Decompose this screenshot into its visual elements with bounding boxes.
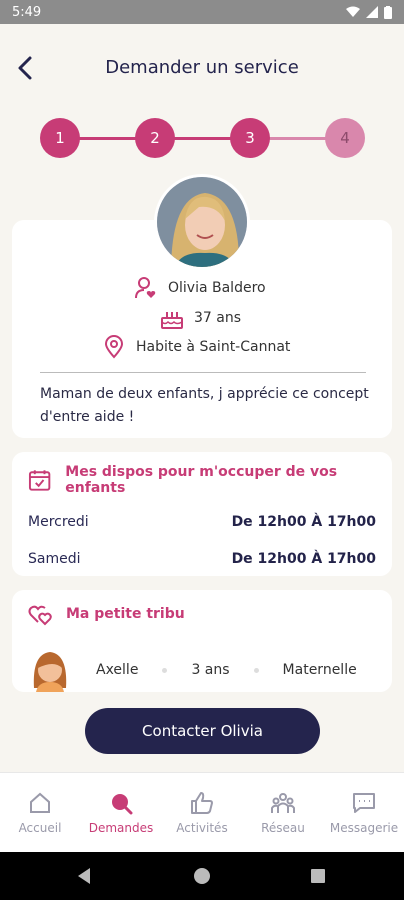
separator-dot bbox=[253, 667, 259, 673]
profile-bio: Maman de deux enfants, j apprécie ce con… bbox=[40, 386, 369, 425]
step-3: 3 bbox=[230, 118, 270, 158]
tab-label: Messagerie bbox=[329, 821, 399, 835]
step-1: 1 bbox=[40, 118, 80, 158]
nav-back-icon[interactable] bbox=[64, 852, 104, 900]
separator-dot bbox=[162, 667, 168, 673]
availability-row: Mercredi De 12h00 À 17h00 bbox=[28, 514, 376, 530]
availability-time: De 12h00 À 17h00 bbox=[231, 514, 376, 530]
people-icon bbox=[271, 793, 295, 813]
family-card: Ma petite tribu Axelle 3 ans Maternelle bbox=[12, 590, 392, 692]
availability-day: Samedi bbox=[28, 551, 81, 567]
tab-messagerie[interactable]: Messagerie bbox=[324, 791, 404, 835]
tab-label: Demandes bbox=[88, 821, 154, 835]
profile-location: Habite à Saint-Cannat bbox=[136, 339, 291, 355]
step-4: 4 bbox=[325, 118, 365, 158]
step-2: 2 bbox=[135, 118, 175, 158]
chat-icon bbox=[353, 793, 375, 813]
child-avatar bbox=[33, 652, 67, 692]
nav-home-icon[interactable] bbox=[182, 852, 222, 900]
birthday-cake-icon bbox=[161, 312, 183, 329]
availability-header: Mes dispos pour m'occuper de vos enfants bbox=[28, 464, 392, 496]
nav-recents-icon[interactable] bbox=[298, 852, 338, 900]
avatar bbox=[154, 174, 250, 270]
availability-time: De 12h00 À 17h00 bbox=[231, 551, 376, 567]
availability-card: Mes dispos pour m'occuper de vos enfants… bbox=[12, 452, 392, 576]
child-age: 3 ans bbox=[191, 662, 230, 678]
thumbs-up-icon bbox=[191, 792, 213, 814]
status-icons bbox=[346, 5, 392, 19]
hearts-icon bbox=[28, 605, 52, 626]
calendar-check-icon bbox=[28, 470, 51, 491]
tab-demandes[interactable]: Demandes bbox=[81, 791, 161, 835]
child-school: Maternelle bbox=[282, 662, 357, 678]
signal-icon bbox=[366, 6, 378, 18]
availability-title: Mes dispos pour m'occuper de vos enfants bbox=[65, 464, 338, 496]
home-icon bbox=[30, 792, 50, 813]
wifi-icon bbox=[346, 6, 360, 17]
page-title: Demander un service bbox=[105, 57, 299, 78]
availability-row: Samedi De 12h00 À 17h00 bbox=[28, 551, 376, 567]
profile-location-row: Habite à Saint-Cannat bbox=[102, 335, 290, 359]
profile-age-row: 37 ans bbox=[160, 306, 241, 330]
status-bar: 5:49 bbox=[0, 0, 404, 24]
profile-name-row: Olivia Baldero bbox=[134, 276, 266, 300]
contact-button[interactable]: Contacter Olivia bbox=[85, 708, 320, 754]
family-header: Ma petite tribu bbox=[28, 602, 185, 626]
availability-day: Mercredi bbox=[28, 514, 89, 530]
battery-icon bbox=[384, 5, 392, 19]
family-title: Ma petite tribu bbox=[66, 606, 185, 622]
child-row: Axelle 3 ans Maternelle bbox=[30, 648, 378, 692]
status-time: 5:49 bbox=[12, 4, 42, 20]
system-navigation-bar bbox=[0, 852, 404, 900]
child-name: Axelle bbox=[96, 662, 139, 678]
user-heart-icon bbox=[135, 277, 156, 299]
tab-label: Réseau bbox=[261, 821, 305, 835]
progress-stepper: 1 2 3 4 bbox=[40, 118, 366, 158]
search-icon bbox=[112, 794, 133, 815]
header: Demander un service bbox=[0, 44, 404, 92]
profile-divider bbox=[40, 372, 366, 373]
tab-reseau[interactable]: Réseau bbox=[243, 791, 323, 835]
location-pin-icon bbox=[104, 335, 124, 359]
bottom-tab-bar: Accueil Demandes Activités Réseau Messag… bbox=[0, 772, 404, 852]
tab-label: Activités bbox=[176, 821, 228, 835]
tab-accueil[interactable]: Accueil bbox=[0, 791, 80, 835]
profile-age: 37 ans bbox=[194, 310, 242, 326]
profile-name: Olivia Baldero bbox=[168, 280, 266, 296]
tab-label: Accueil bbox=[18, 821, 62, 835]
tab-activites[interactable]: Activités bbox=[162, 791, 242, 835]
